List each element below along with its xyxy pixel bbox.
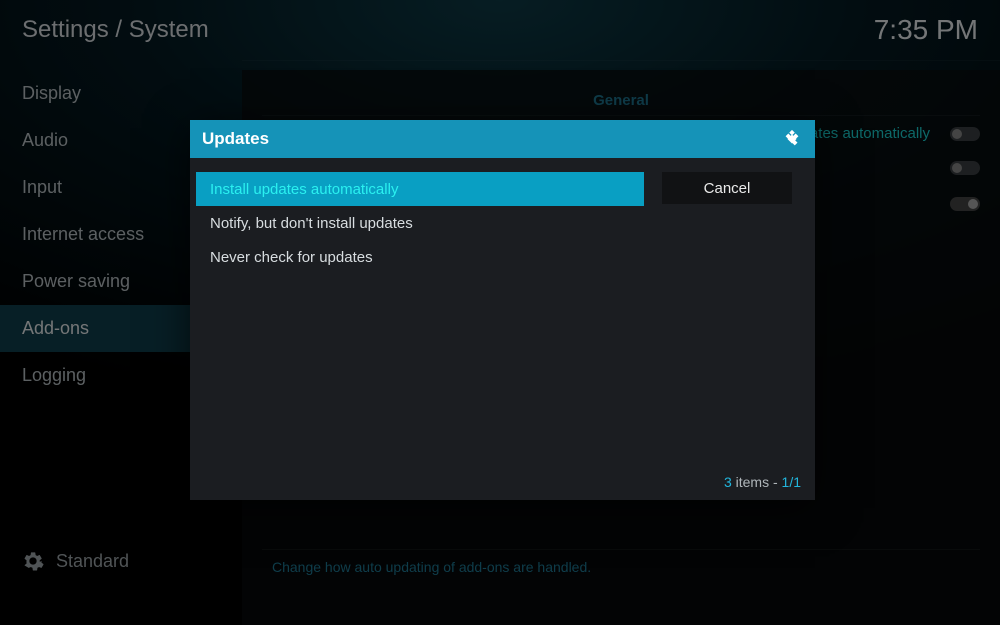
option-install-automatically[interactable]: Install updates automatically	[196, 172, 644, 206]
option-notify-only[interactable]: Notify, but don't install updates	[196, 206, 644, 240]
updates-dialog: Updates Install updates automatically No…	[190, 120, 815, 500]
footer-count: 3	[724, 474, 732, 490]
option-label: Never check for updates	[210, 249, 373, 266]
dialog-body: Install updates automatically Notify, bu…	[190, 158, 815, 500]
dialog-titlebar: Updates	[190, 120, 815, 158]
footer-page: 1/1	[782, 474, 801, 490]
footer-word: items -	[732, 474, 782, 490]
options-list: Install updates automatically Notify, bu…	[190, 158, 650, 500]
option-never-check[interactable]: Never check for updates	[196, 240, 644, 274]
option-label: Install updates automatically	[210, 181, 398, 198]
option-label: Notify, but don't install updates	[210, 215, 413, 232]
dialog-footer: 3 items - 1/1	[724, 474, 801, 490]
cancel-button[interactable]: Cancel	[662, 172, 792, 204]
dialog-title: Updates	[202, 129, 269, 149]
dialog-side-panel: Cancel	[650, 158, 815, 500]
kodi-icon	[781, 128, 803, 150]
